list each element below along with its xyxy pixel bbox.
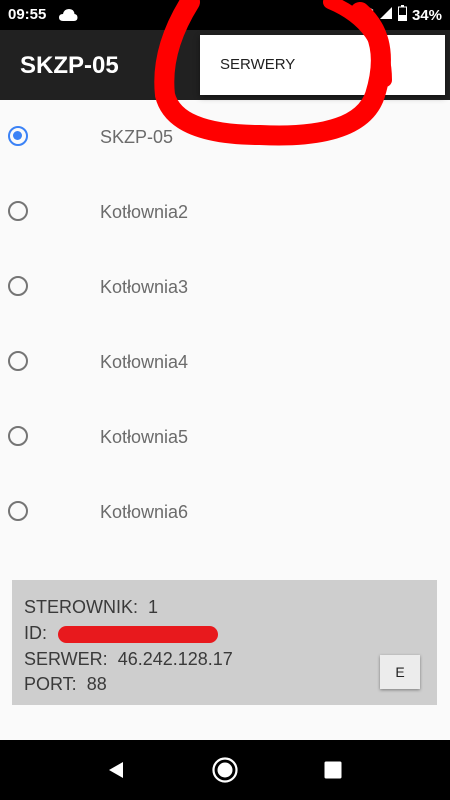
signal-icon [379,6,393,24]
server-option-kotlownia3[interactable]: Kotłownia3 [0,250,450,325]
server-info-panel: STEROWNIK: 1 ID: SERWER: 46.242.128.17 P… [12,580,437,705]
port-line: PORT: 88 [24,674,107,695]
menu-item-serwery[interactable]: SERWERY [220,56,295,73]
sterownik-line: STEROWNIK: 1 [24,597,158,618]
recents-icon[interactable] [317,754,349,786]
redacted-id-value [58,625,219,643]
server-option-label: Kotłownia2 [100,202,189,222]
server-option-kotlownia6[interactable]: Kotłownia6 [0,475,450,550]
sterownik-value: 1 [148,597,159,617]
server-option-label: Kotłownia6 [100,502,189,522]
server-option-kotlownia5[interactable]: Kotłownia5 [0,400,450,475]
serwer-line: SERWER: 46.242.128.17 [24,649,233,670]
radio-button[interactable] [8,351,28,371]
status-time: 09:55 [8,6,47,23]
radio-button[interactable] [8,501,28,521]
port-label: PORT: [24,674,77,694]
status-icons: 34% [356,5,442,25]
server-option-kotlownia2[interactable]: Kotłownia2 [0,175,450,250]
server-option-label: Kotłownia3 [100,277,189,297]
id-label: ID: [24,623,48,643]
server-option-skzp-05[interactable]: SKZP-05 [0,100,450,175]
server-option-label: SKZP-05 [100,127,174,147]
radio-button-selected[interactable] [8,126,28,146]
id-line: ID: [24,623,219,644]
server-option-label: Kotłownia4 [100,352,189,372]
status-bar: 09:55 34% [0,0,450,30]
edit-button[interactable]: E [380,655,420,689]
radio-button[interactable] [8,276,28,296]
battery-icon [397,5,407,25]
server-option-label: Kotłownia5 [100,427,189,447]
home-icon[interactable] [209,754,241,786]
navigation-bar [0,740,450,800]
sterownik-label: STEROWNIK: [24,597,139,617]
page-title: SKZP-05 [20,52,119,79]
radio-button[interactable] [8,201,28,221]
back-icon[interactable] [100,754,132,786]
server-option-kotlownia4[interactable]: Kotłownia4 [0,325,450,400]
overflow-menu: SERWERY [200,35,445,95]
cloud-icon [58,8,78,27]
serwer-value: 46.242.128.17 [117,649,233,669]
wifi-icon [356,6,374,24]
serwer-label: SERWER: [24,649,108,669]
radio-button[interactable] [8,426,28,446]
port-value: 88 [86,674,107,694]
battery-percent: 34% [411,6,442,24]
